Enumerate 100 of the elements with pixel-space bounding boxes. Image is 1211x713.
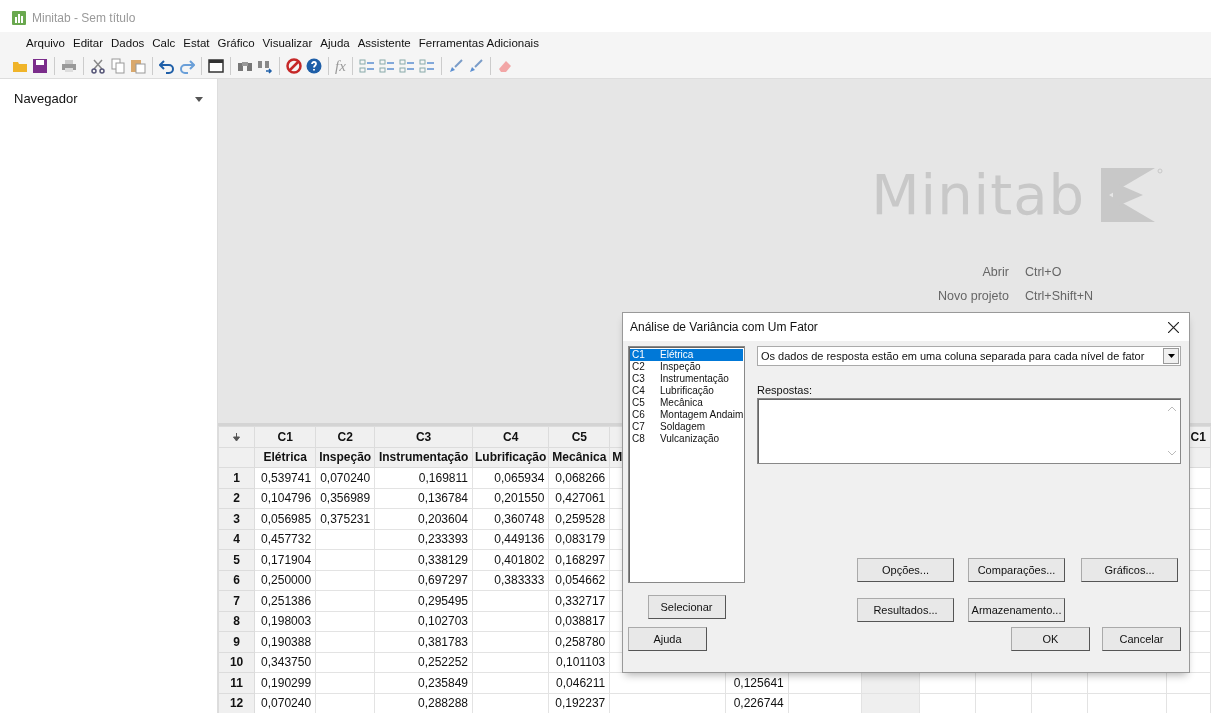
table-cell: 0,343750 — [254, 652, 316, 673]
responses-field[interactable] — [757, 398, 1181, 464]
table-cell: 0,356989 — [315, 488, 375, 509]
variable-item[interactable]: C7 Soldagem — [630, 421, 743, 433]
menu-item[interactable]: Estat — [179, 37, 214, 49]
shortcut-link[interactable]: Novo projeto — [938, 289, 1009, 303]
logo-icon — [1101, 167, 1163, 222]
shortcut-keys: Ctrl+Shift+N — [1024, 289, 1093, 303]
redo-icon[interactable] — [179, 58, 195, 74]
row-number[interactable]: 6 — [218, 570, 255, 591]
column-header[interactable]: C5 — [548, 426, 610, 447]
variable-item[interactable]: C1 Elétrica — [630, 349, 743, 361]
menu-item[interactable]: Calc — [148, 37, 180, 49]
menu-item[interactable]: Ferramentas Adicionais — [414, 37, 543, 49]
row-number[interactable]: 10 — [218, 652, 255, 673]
layout-icon[interactable] — [378, 58, 395, 74]
close-icon[interactable] — [1168, 321, 1179, 333]
stop-icon[interactable] — [286, 58, 302, 74]
option-button[interactable]: Opções... — [857, 558, 954, 582]
table-cell: 0,203604 — [374, 508, 473, 529]
table-cell: 0,383333 — [472, 570, 549, 591]
app-icon — [12, 11, 26, 25]
printer-icon[interactable] — [61, 58, 77, 74]
scissors-icon[interactable] — [90, 58, 106, 74]
table-cell: 0,381783 — [374, 631, 473, 652]
row-number[interactable]: 11 — [218, 672, 255, 693]
row-number[interactable]: 5 — [218, 549, 255, 570]
row-number[interactable]: 8 — [218, 611, 255, 632]
caret-icon[interactable] — [1167, 354, 1175, 358]
menu-item[interactable]: Assistente — [353, 37, 415, 49]
table-cell: 0,235849 — [374, 672, 473, 693]
variable-list[interactable]: C1 Elétrica C2 Inspeção C3 Instrumentação C4 Lubrificação C5 Mecânica C6 Montagem Andaim C7 Soldagem C8 Vulcanização — [628, 346, 745, 584]
shortcut-link[interactable]: Abrir — [938, 265, 1009, 279]
row-number[interactable]: 9 — [218, 631, 255, 652]
undo-icon[interactable] — [159, 58, 175, 74]
table-cell: 0,038817 — [548, 611, 610, 632]
column-header[interactable]: C3 — [374, 426, 473, 447]
variable-item[interactable]: C2 Inspeção — [630, 361, 743, 373]
option-button[interactable]: Resultados... — [857, 598, 954, 622]
row-number[interactable]: 12 — [218, 693, 255, 713]
menu-item[interactable]: Ajuda — [316, 37, 354, 49]
menu-item[interactable]: Visualizar — [258, 37, 317, 49]
dialog-title: Análise de Variância com Um Fator — [630, 320, 818, 334]
help-button[interactable]: Ajuda — [628, 627, 707, 651]
brush-icon[interactable] — [447, 58, 464, 74]
paste-icon[interactable] — [130, 58, 146, 74]
table-cell: 0,065934 — [472, 467, 549, 488]
table-cell: 0,258780 — [548, 631, 610, 652]
menu-item[interactable]: Gráfico — [213, 37, 259, 49]
help-icon[interactable] — [306, 58, 322, 74]
shortcut-keys: Ctrl+O — [1024, 265, 1093, 279]
table-cell: 0,190388 — [254, 631, 316, 652]
layout-icon[interactable] — [418, 58, 435, 74]
variable-item[interactable]: C3 Instrumentação — [630, 373, 743, 385]
row-number[interactable]: 1 — [218, 467, 255, 488]
variable-item[interactable]: C4 Lubrificação — [630, 385, 743, 397]
table-cell: 0,401802 — [472, 549, 549, 570]
table-cell: 0,136784 — [374, 488, 473, 509]
option-button[interactable]: Armazenamento... — [968, 598, 1065, 622]
menu-item[interactable]: Dados — [107, 37, 149, 49]
caret-icon[interactable] — [195, 97, 203, 102]
brush-icon[interactable] — [467, 58, 484, 74]
column-header[interactable]: C1 — [254, 426, 316, 447]
layout-icon[interactable] — [398, 58, 415, 74]
window-title: Minitab - Sem título — [32, 11, 136, 25]
table-cell: 0,046211 — [548, 672, 610, 693]
option-button[interactable]: Comparações... — [968, 558, 1065, 582]
row-number[interactable]: 7 — [218, 590, 255, 611]
variable-item[interactable]: C5 Mecânica — [630, 397, 743, 409]
window-icon[interactable] — [208, 58, 224, 74]
eraser-icon[interactable] — [496, 58, 513, 74]
table-cell: 0,201550 — [472, 488, 549, 509]
table-cell: 0,449136 — [472, 529, 549, 550]
table-cell: 0,259528 — [548, 508, 610, 529]
ok-button[interactable]: OK — [1011, 627, 1090, 651]
layout-dropdown[interactable]: Os dados de resposta estão em uma coluna separada para cada nível de fator — [757, 346, 1181, 366]
save-icon[interactable] — [32, 58, 48, 74]
table-cell: 0,295495 — [374, 590, 473, 611]
arrow-down-icon[interactable] — [233, 432, 241, 441]
table-cell: 0,070240 — [315, 467, 375, 488]
scroll-up-icon[interactable] — [1168, 406, 1176, 411]
row-number[interactable]: 3 — [218, 508, 255, 529]
table-cell: 0,252252 — [374, 652, 473, 673]
row-number[interactable]: 2 — [218, 488, 255, 509]
select-button[interactable]: Selecionar — [647, 595, 726, 619]
table-cell: 0,375231 — [315, 508, 375, 529]
menu-item[interactable]: Editar — [69, 37, 108, 49]
option-button[interactable]: Gráficos... — [1081, 558, 1178, 582]
table-cell: 0,539741 — [254, 467, 316, 488]
variable-item[interactable]: C6 Montagem Andaim — [630, 409, 743, 421]
variable-item[interactable]: C8 Vulcanização — [630, 433, 743, 445]
column-header[interactable]: C4 — [472, 426, 549, 447]
cancel-button[interactable]: Cancelar — [1102, 627, 1181, 651]
column-header[interactable]: C2 — [315, 426, 375, 447]
table-cell: 0,102703 — [374, 611, 473, 632]
layout-icon[interactable] — [358, 58, 375, 74]
binoculars-arrow-icon[interactable] — [257, 58, 273, 74]
scroll-down-icon[interactable] — [1168, 451, 1176, 456]
row-number[interactable]: 4 — [218, 529, 255, 550]
menu-item[interactable]: Arquivo — [22, 37, 69, 49]
